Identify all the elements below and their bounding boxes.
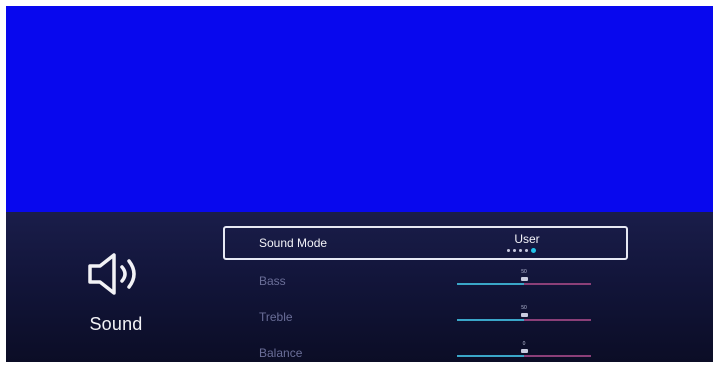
treble-slider-track bbox=[524, 319, 591, 321]
category-section: Sound bbox=[66, 252, 166, 335]
category-label: Sound bbox=[89, 314, 143, 334]
balance-label: Balance bbox=[259, 346, 303, 360]
bass-value: 50 bbox=[521, 269, 527, 275]
balance-slider-track bbox=[524, 355, 591, 357]
sound-mode-dot bbox=[513, 249, 516, 252]
menu-item-balance[interactable]: Balance 0 bbox=[223, 336, 628, 362]
balance-value: 0 bbox=[522, 341, 526, 347]
sound-mode-dot-active bbox=[531, 248, 536, 253]
menu-item-treble[interactable]: Treble 50 bbox=[223, 300, 628, 334]
bass-slider-track bbox=[524, 283, 591, 285]
bass-slider[interactable]: 50 bbox=[457, 264, 591, 298]
bass-slider-handle[interactable] bbox=[521, 277, 528, 281]
menu-item-bass[interactable]: Bass 50 bbox=[223, 264, 628, 298]
sound-mode-option-indicator bbox=[505, 248, 545, 254]
balance-slider[interactable]: 0 bbox=[457, 336, 591, 362]
sound-mode-label: Sound Mode bbox=[259, 236, 328, 250]
treble-slider-handle[interactable] bbox=[521, 313, 528, 317]
treble-label: Treble bbox=[259, 310, 293, 324]
balance-slider-handle[interactable] bbox=[521, 349, 528, 353]
sound-mode-value: User bbox=[514, 232, 540, 246]
video-preview bbox=[6, 6, 713, 212]
treble-slider-fill bbox=[457, 319, 524, 321]
bass-slider-fill bbox=[457, 283, 524, 285]
sound-mode-dot bbox=[507, 249, 510, 252]
treble-slider[interactable]: 50 bbox=[457, 300, 591, 334]
treble-value: 50 bbox=[521, 305, 527, 311]
balance-slider-fill bbox=[457, 355, 524, 357]
sound-settings-panel: Sound Sound Mode User Bass 50 Treble 50 bbox=[6, 212, 713, 362]
sound-mode-dot bbox=[519, 249, 522, 252]
speaker-volume-icon bbox=[88, 253, 136, 295]
sound-mode-dot bbox=[525, 249, 528, 252]
tv-screen: Sound Sound Mode User Bass 50 Treble 50 bbox=[6, 6, 713, 362]
menu-item-sound-mode[interactable]: Sound Mode User bbox=[223, 226, 628, 260]
bass-label: Bass bbox=[259, 274, 286, 288]
